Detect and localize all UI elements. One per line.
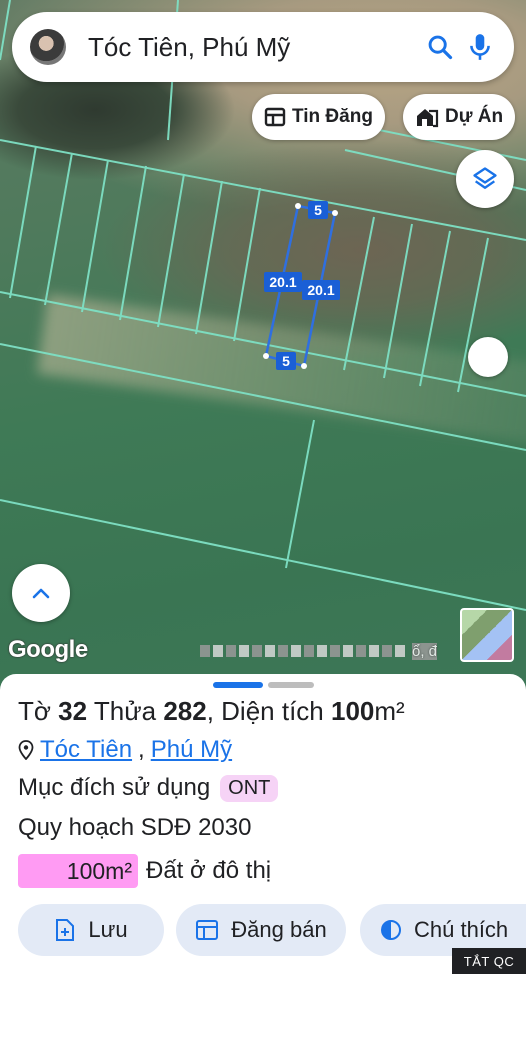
search-bar[interactable]: Tóc Tiên, Phú Mỹ xyxy=(12,12,514,82)
land-type-label: Đất ở đô thị xyxy=(146,857,272,884)
sell-button[interactable]: Đăng bán xyxy=(176,904,346,956)
attribution-text: ổ, đ xyxy=(412,642,438,660)
land-plan-title: Quy hoạch SDĐ 2030 xyxy=(18,814,252,841)
locality-link[interactable]: Tóc Tiên xyxy=(40,736,132,764)
parcel-line xyxy=(0,139,526,241)
parcel-right-length: 20.1 xyxy=(307,282,334,298)
parcel-info-sheet[interactable]: Tờ 32 Thửa 282, Diện tích 100m² Tóc Tiên… xyxy=(0,674,526,1056)
parcel-line xyxy=(9,145,37,299)
avatar[interactable] xyxy=(30,29,66,65)
parcel-line xyxy=(0,343,526,451)
purpose-code-badge: ONT xyxy=(220,774,279,802)
parcel-top-width: 5 xyxy=(314,202,322,218)
expand-up-button[interactable] xyxy=(12,564,70,622)
legend-button-label: Chú thích xyxy=(414,917,509,942)
projects-chip-label: Dự Án xyxy=(445,106,504,127)
listings-chip-label: Tin Đăng xyxy=(292,106,373,127)
parcel-title: Tờ 32 Thửa 282, Diện tích 100m² xyxy=(18,696,405,726)
close-ads-button[interactable]: TẮT QC xyxy=(452,948,526,974)
parcel-left-length: 20.1 xyxy=(269,274,296,290)
sell-button-label: Đăng bán xyxy=(231,917,327,942)
chevron-up-icon xyxy=(32,588,50,599)
sheet-handle-active[interactable] xyxy=(213,682,263,688)
contrast-icon xyxy=(381,920,401,940)
google-logo: Google xyxy=(8,636,88,663)
purpose-label: Mục đích sử dụng xyxy=(18,774,211,801)
listing-icon xyxy=(264,107,286,127)
layers-button[interactable] xyxy=(456,150,514,208)
listing-icon xyxy=(196,920,219,940)
map-attribution: ổ, đ xyxy=(200,640,460,662)
house-icon xyxy=(417,109,439,128)
listings-chip[interactable]: Tin Đăng xyxy=(252,94,385,140)
add-file-icon xyxy=(56,919,75,941)
parcel-bottom-width: 5 xyxy=(282,353,290,369)
district-link[interactable]: Phú Mỹ xyxy=(151,736,232,764)
compass-button[interactable] xyxy=(468,337,508,377)
parcel-line xyxy=(0,499,526,611)
selected-parcel: 5 5 20.1 20.1 xyxy=(263,201,340,370)
search-input[interactable]: Tóc Tiên, Phú Mỹ xyxy=(88,32,420,63)
search-icon[interactable] xyxy=(420,27,460,67)
save-button-label: Lưu xyxy=(88,917,128,942)
land-area-badge: 100m² xyxy=(18,854,138,888)
parcel-line xyxy=(0,291,526,397)
location-pin-icon xyxy=(18,740,34,760)
parcel-location: Tóc Tiên, Phú Mỹ xyxy=(18,736,232,764)
land-area-row: 100m² Đất ở đô thị xyxy=(18,854,271,888)
map-type-thumbnail[interactable] xyxy=(460,608,514,662)
layers-icon xyxy=(473,167,497,189)
land-use-purpose: Mục đích sử dụng ONT xyxy=(18,774,279,802)
save-button[interactable]: Lưu xyxy=(18,904,164,956)
projects-chip[interactable]: Dự Án xyxy=(403,94,516,140)
sheet-handle-inactive[interactable] xyxy=(268,682,314,688)
microphone-icon[interactable] xyxy=(460,27,500,67)
